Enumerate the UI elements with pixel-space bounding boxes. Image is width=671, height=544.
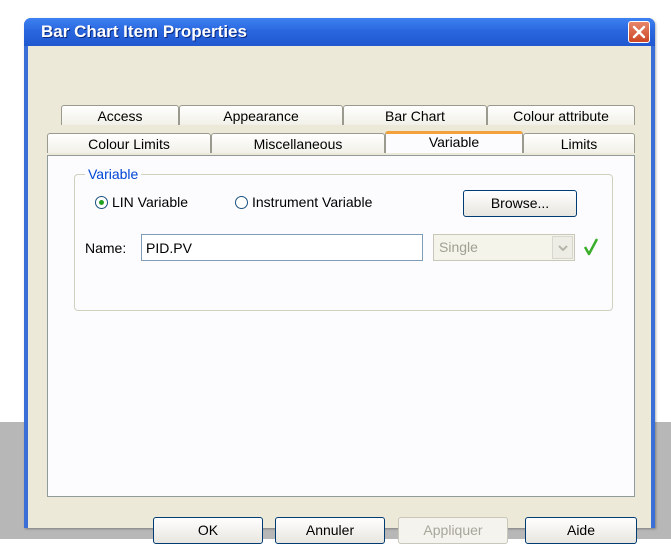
variable-group-label: Variable — [85, 166, 142, 182]
close-button[interactable] — [628, 21, 650, 43]
dialog-body: Access Appearance Bar Chart Colour attri… — [28, 46, 651, 544]
tab-appearance[interactable]: Appearance — [179, 105, 343, 125]
window-title: Bar Chart Item Properties — [41, 22, 247, 41]
properties-dialog: Bar Chart Item Properties Access Appeara… — [24, 18, 655, 544]
tab-colour-limits[interactable]: Colour Limits — [47, 133, 211, 153]
variable-group: Variable LIN Variable Instrument Variabl… — [74, 166, 613, 311]
close-icon — [632, 25, 646, 39]
mode-select: Single — [433, 234, 575, 261]
tab-colour-attribute[interactable]: Colour attribute — [487, 105, 635, 125]
instrument-variable-label: Instrument Variable — [252, 194, 373, 210]
tab-miscellaneous[interactable]: Miscellaneous — [211, 133, 385, 153]
lin-variable-radio[interactable]: LIN Variable — [95, 194, 188, 210]
browse-button[interactable]: Browse... — [463, 190, 577, 217]
tab-limits[interactable]: Limits — [523, 133, 635, 153]
name-input[interactable] — [141, 234, 423, 261]
cancel-button[interactable]: Annuler — [275, 517, 385, 544]
variable-tab-panel: Variable LIN Variable Instrument Variabl… — [47, 155, 635, 497]
chevron-down-icon — [552, 236, 573, 259]
title-bar[interactable]: Bar Chart Item Properties — [24, 18, 655, 46]
instrument-variable-radio[interactable]: Instrument Variable — [235, 194, 372, 210]
tab-access[interactable]: Access — [61, 105, 179, 125]
name-label: Name: — [85, 240, 127, 256]
check-icon[interactable] — [583, 237, 599, 257]
radio-checked-icon — [95, 196, 108, 209]
mode-select-value: Single — [439, 239, 478, 255]
apply-button: Appliquer — [398, 517, 508, 544]
help-button[interactable]: Aide — [525, 517, 637, 544]
radio-unchecked-icon — [235, 196, 248, 209]
tab-variable[interactable]: Variable — [385, 131, 523, 153]
ok-button[interactable]: OK — [153, 517, 263, 544]
lin-variable-label: LIN Variable — [112, 194, 189, 210]
tab-bar-chart[interactable]: Bar Chart — [343, 105, 487, 125]
